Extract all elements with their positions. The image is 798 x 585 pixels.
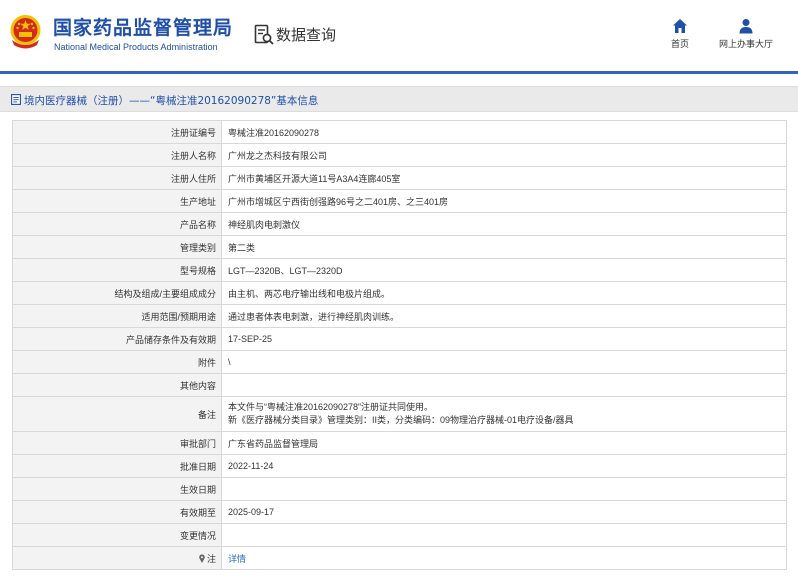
table-row: 生效日期 [12,477,787,501]
pin-icon [199,553,205,563]
registration-info-table: 注册证编号 粤械注准20162090278 注册人名称 广州龙之杰科技有限公司 … [12,120,787,570]
row-label: 注册证编号 [12,120,222,144]
row-label: 产品储存条件及有效期 [12,327,222,351]
header-divider [0,71,798,74]
nav-online-hall-label: 网上办事大厅 [718,40,773,50]
row-value: 第二类 [221,235,787,259]
row-label: 变更情况 [12,523,222,547]
nav-home-label: 首页 [670,40,689,50]
table-row: 审批部门 广东省药品监督管理局 [12,431,787,455]
row-value: 广州市增城区宁西街创强路96号之二401房、之三401房 [221,189,787,213]
row-label: 产品名称 [12,212,222,236]
row-label: 型号规格 [12,258,222,282]
table-row: 有效期至 2025-09-17 [12,500,787,524]
row-value: LGT—2320B、LGT—2320D [221,258,787,282]
row-label: 审批部门 [12,431,222,455]
remark-line: 新《医疗器械分类目录》管理类别：II类，分类编码：09物理治疗器械-01电疗设备… [228,415,574,425]
home-icon [673,19,687,33]
row-value: 2022-11-24 [221,454,787,478]
row-label: 生产地址 [12,189,222,213]
nav-home-link[interactable]: 首页 [662,18,698,50]
table-row: 变更情况 [12,523,787,547]
table-row: 适用范围/预期用途 通过患者体表电刺激，进行神经肌肉训练。 [12,304,787,328]
table-row: 注册人住所 广州市黄埔区开源大道11号A3A4连廊405室 [12,166,787,190]
row-value [221,523,787,547]
document-icon [11,94,21,105]
row-value: 通过患者体表电刺激，进行神经肌肉训练。 [221,304,787,328]
row-label: 注册人住所 [12,166,222,190]
table-row: 产品储存条件及有效期 17-SEP-25 [12,327,787,351]
data-query-icon [254,24,274,45]
details-link[interactable]: 详情 [228,554,246,564]
site-title: 国家药品监督管理局 [53,17,234,39]
row-label: 批准日期 [12,454,222,478]
nav-online-hall-link[interactable]: 网上办事大厅 [714,18,778,50]
table-row: 结构及组成/主要组成成分 由主机、两芯电疗输出线和电极片组成。 [12,281,787,305]
row-label: 有效期至 [12,500,222,524]
row-label: 管理类别 [12,235,222,259]
site-header: 国家药品监督管理局 National Medical Products Admi… [0,0,798,72]
table-row: 产品名称 神经肌肉电刺激仪 [12,212,787,236]
site-subtitle: National Medical Products Administration [54,42,218,52]
table-row: 其他内容 [12,373,787,397]
row-value: 2025-09-17 [221,500,787,524]
table-row: 注 详情 [12,546,787,570]
table-row: 管理类别 第二类 [12,235,787,259]
table-row: 注册证编号 粤械注准20162090278 [12,120,787,144]
table-row: 注册人名称 广州龙之杰科技有限公司 [12,143,787,167]
row-label: 适用范围/预期用途 [12,304,222,328]
national-emblem-icon [10,15,41,49]
row-value: 广州市黄埔区开源大道11号A3A4连廊405室 [221,166,787,190]
row-value [221,373,787,397]
row-label: 生效日期 [12,477,222,501]
row-value: 广州龙之杰科技有限公司 [221,143,787,167]
row-value: 本文件与“粤械注准20162090278”注册证共同使用。 新《医疗器械分类目录… [221,396,787,432]
data-query-label[interactable]: 数据查询 [276,24,336,45]
row-value: 广东省药品监督管理局 [221,431,787,455]
row-label: 注册人名称 [12,143,222,167]
row-value: \ [221,350,787,374]
row-label: 其他内容 [12,373,222,397]
table-row: 型号规格 LGT—2320B、LGT—2320D [12,258,787,282]
table-row: 生产地址 广州市增城区宁西街创强路96号之二401房、之三401房 [12,189,787,213]
table-row: 批准日期 2022-11-24 [12,454,787,478]
row-label: 注 [12,546,222,570]
row-value [221,477,787,501]
row-label: 备注 [12,396,222,432]
remark-line: 本文件与“粤械注准20162090278”注册证共同使用。 [228,402,434,412]
row-value: 神经肌肉电刺激仪 [221,212,787,236]
table-row: 备注 本文件与“粤械注准20162090278”注册证共同使用。 新《医疗器械分… [12,396,787,432]
row-value: 详情 [221,546,787,570]
table-row: 附件 \ [12,350,787,374]
row-label: 附件 [12,350,222,374]
breadcrumb-text: 境内医疗器械（注册）——“粤械注准20162090278”基本信息 [24,95,319,107]
row-value: 粤械注准20162090278 [221,120,787,144]
breadcrumb: 境内医疗器械（注册）——“粤械注准20162090278”基本信息 [0,86,798,112]
row-value: 17-SEP-25 [221,327,787,351]
user-icon [739,19,753,34]
note-label: 注 [206,553,216,564]
row-label: 结构及组成/主要组成成分 [12,281,222,305]
row-value: 由主机、两芯电疗输出线和电极片组成。 [221,281,787,305]
